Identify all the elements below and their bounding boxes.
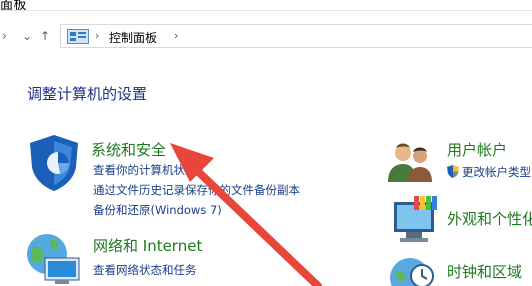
page-heading: 调整计算机的设置: [27, 85, 148, 103]
backup-restore-link[interactable]: 备份和还原(Windows 7): [93, 202, 222, 218]
breadcrumb-separator-icon[interactable]: ›: [95, 29, 99, 42]
network-internet-link[interactable]: 网络和 Internet: [93, 235, 202, 256]
back-button[interactable]: ›: [2, 28, 7, 44]
address-bar[interactable]: › 控制面板 ›: [60, 24, 532, 48]
clock-region-icon[interactable]: [388, 254, 436, 286]
network-globe-icon[interactable]: [25, 230, 87, 286]
breadcrumb-control-panel[interactable]: 控制面板: [109, 29, 157, 46]
breadcrumb-separator-icon[interactable]: ›: [174, 29, 178, 42]
view-network-status-link[interactable]: 查看网络状态和任务: [93, 262, 197, 278]
up-arrow-icon[interactable]: ↑: [40, 28, 50, 44]
window-title: 面板: [0, 0, 28, 13]
appearance-personalization-link[interactable]: 外观和个性化: [447, 208, 532, 229]
change-account-type-link[interactable]: 更改帐户类型: [462, 164, 531, 180]
user-accounts-link[interactable]: 用户帐户: [447, 139, 507, 160]
control-panel-window: 面板 › ⌄ ↑ › 控制面板 › 调整计算机的设置 系统和安全 查看你的计算机…: [0, 0, 532, 286]
uac-shield-icon: [447, 165, 459, 178]
control-panel-icon: [67, 29, 89, 44]
appearance-icon[interactable]: [388, 194, 440, 246]
recent-locations-chevron-icon[interactable]: ⌄: [22, 28, 32, 44]
view-computer-status-link[interactable]: 查看你的计算机状态: [93, 162, 197, 178]
user-accounts-icon[interactable]: [386, 140, 436, 184]
shield-icon[interactable]: [26, 133, 82, 193]
clock-region-link[interactable]: 时钟和区域: [447, 261, 522, 282]
file-history-backup-link[interactable]: 通过文件历史记录保存你的文件备份副本: [93, 182, 300, 198]
system-security-link[interactable]: 系统和安全: [91, 139, 166, 160]
title-divider: [0, 10, 532, 11]
